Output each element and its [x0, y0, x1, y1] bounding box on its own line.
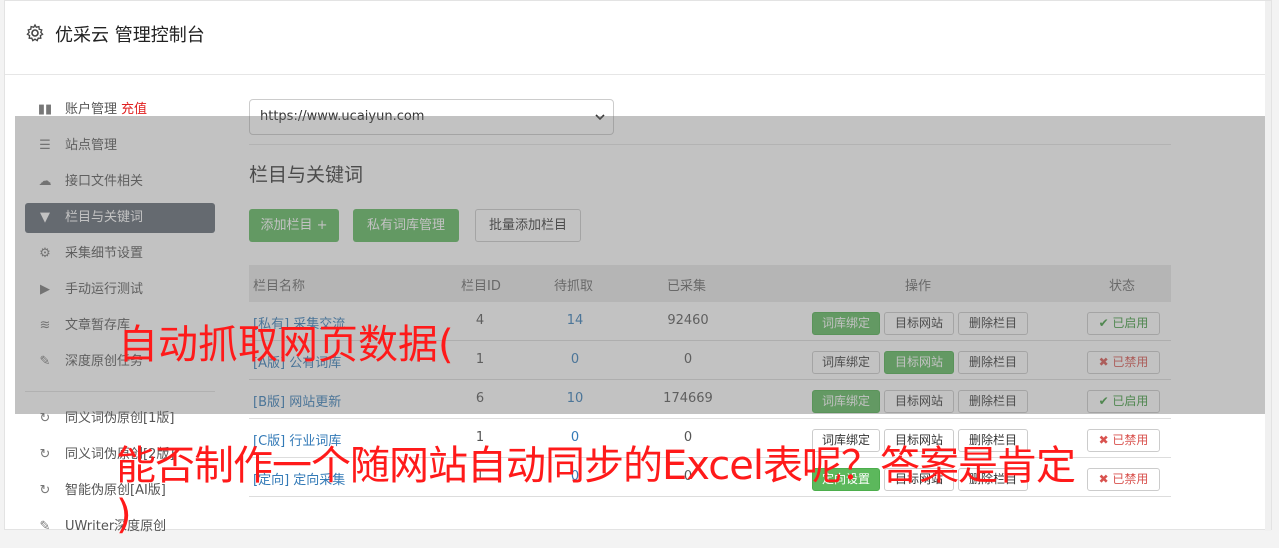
- refresh-icon: ↻: [39, 411, 51, 426]
- scrollbar[interactable]: [1265, 1, 1271, 531]
- page-title: 优采云 管理控制台: [55, 25, 205, 46]
- header: 优采云 管理控制台: [5, 1, 1271, 75]
- sidebar-item-label: 账户管理: [65, 102, 118, 117]
- status-toggle[interactable]: ✖ 已禁用: [1087, 468, 1160, 491]
- caption-line-3: ): [116, 492, 132, 538]
- gear-icon: [26, 23, 44, 42]
- edit-icon: ✎: [39, 519, 51, 534]
- bar-chart-icon: ▮▮: [37, 102, 53, 117]
- refresh-icon: ↻: [39, 483, 51, 498]
- status-toggle[interactable]: ✖ 已禁用: [1087, 429, 1160, 452]
- refresh-icon: ↻: [39, 447, 51, 462]
- recharge-link[interactable]: 充值: [121, 102, 147, 117]
- caption-line-1: 自动抓取网页数据(: [118, 322, 454, 368]
- caption-line-2: 能否制作一个随网站自动同步的Excel表呢？答案是肯定: [116, 443, 1076, 489]
